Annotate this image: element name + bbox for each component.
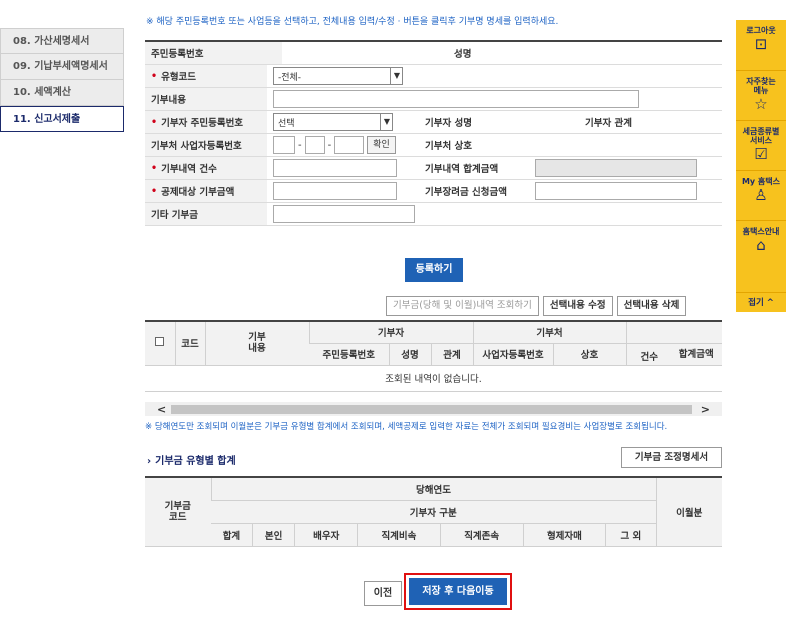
donor-name-value [529,111,579,133]
col-sum-total: 합계 [211,523,253,547]
lock-icon: ⊡ [754,35,768,53]
other-input[interactable] [273,205,415,223]
delete-button[interactable]: 선택내용 삭제 [616,296,687,316]
col-donation-code: 기부금 코드 [145,477,211,547]
total-amount-label: 기부내역 합계금액 [419,157,529,179]
count-label: 기부내역 건수 [161,164,217,175]
resident-no-value [282,42,412,64]
count-input[interactable] [273,159,397,177]
check-icon: ☑ [754,145,768,163]
top-notice: ※ 해당 주민등록번호 또는 사업등을 선택하고, 전체내용 입력/수정 · 버… [146,17,559,27]
col-count: 건수 [640,351,658,363]
deduct-amount-input[interactable] [273,182,397,200]
col-sibling: 형제자매 [522,523,606,547]
save-next-highlight: 저장 후 다음이동 [404,573,512,610]
scroll-thumb[interactable] [171,404,692,414]
col-relation: 관계 [430,343,473,366]
arrow-icon: › [147,456,152,467]
col-name: 성명 [388,343,431,366]
adjust-statement-button[interactable]: 기부금 조정명세서 [621,447,722,468]
bizno-part1-input[interactable] [273,136,295,154]
col-spouse: 배우자 [294,523,358,547]
quick-tax-services[interactable]: 세금종류별 서비스 ☑ [736,120,786,170]
quick-guide[interactable]: 홈택스안내 ⌂ [736,220,786,270]
recipient-bizno-label: 기부처 사업자등록번호 [145,134,267,156]
col-ascendant: 직계존속 [439,523,524,547]
donation-content-label: 기부내용 [145,88,267,110]
quick-my-hometax[interactable]: My 홈택스 ♙ [736,170,786,220]
list-notice: ※ 당해연도만 조회되며 이월분은 기부금 유형별 합계에서 조회되며, 세액공… [145,422,668,432]
col-carryover: 이월분 [655,477,722,547]
summary-table: 기부금 코드 당해연도 이월분 기부자 구분 합계 본인 배우자 직계비속 직계… [145,476,722,547]
col-resident-no: 주민등록번호 [309,343,389,366]
quick-logout[interactable]: 로그아웃 ⊡ [736,20,786,70]
nav-item-submit[interactable]: 11. 신고서제출 [0,106,124,132]
donation-form: 주민등록번호 성명 • 유형코드 -전체- ▼ 기부내용 • 기부자 주민등록번호 선… [145,40,722,226]
resident-no-label: 주민등록번호 [145,42,282,64]
summary-title: 기부금 유형별 합계 [155,456,236,467]
confirm-button[interactable]: 확인 [367,136,396,154]
donation-content-input[interactable] [273,90,639,108]
col-self: 본인 [251,523,295,547]
left-nav: 08. 가산세명세서 09. 기납부세액명세서 10. 세액계산 11. 신고서… [0,28,124,132]
type-code-select[interactable]: -전체- ▼ [273,67,403,85]
save-next-button[interactable]: 저장 후 다음이동 [409,578,507,605]
col-code: 코드 [174,321,205,366]
col-total: 합계금액 [678,348,714,360]
nav-item-prepaid-tax[interactable]: 09. 기납부세액명세서 [0,54,124,80]
select-all-checkbox[interactable] [155,337,165,347]
donor-resident-label: 기부자 주민등록번호 [161,118,244,129]
col-others: 그 외 [605,523,656,547]
quick-favorites[interactable]: 자주찾는 메뉴 ☆ [736,70,786,120]
col-current-year: 당해연도 [210,477,656,501]
col-recipient-name: 상호 [552,343,626,366]
col-content: 기부 내용 [204,321,309,366]
recipient-name-value [529,134,722,156]
bizno-part2-input[interactable] [304,136,325,154]
register-button[interactable]: 등록하기 [405,258,463,282]
required-mark: • [151,70,158,82]
quick-collapse-button[interactable]: 접기 ^ [736,292,786,312]
empty-message: 조회된 내역이 없습니다. [145,365,722,392]
prev-button[interactable]: 이전 [364,581,402,606]
donation-list-table: 코드 기부 내용 기부자 기부처 주민등록번호 성명 관계 사업자등록번호 상호… [145,320,722,392]
col-bizno: 사업자등록번호 [472,343,553,366]
modify-button[interactable]: 선택내용 수정 [542,296,613,316]
list-actions: 기부금(당해 및 이월)내역 조회하기 선택내용 수정 선택내용 삭제 [386,296,687,316]
col-descendant: 직계비속 [357,523,441,547]
chevron-down-icon: ▼ [379,114,390,130]
name-label: 성명 [412,42,551,64]
donor-name-label: 기부자 성명 [419,111,529,133]
quick-menu-bar: 로그아웃 ⊡ 자주찾는 메뉴 ☆ 세금종류별 서비스 ☑ My 홈택스 ♙ 홈택… [736,20,786,312]
donor-relation-label: 기부자 관계 [579,111,722,133]
col-donor: 기부자 [308,321,473,344]
nav-item-tax-calc[interactable]: 10. 세액계산 [0,80,124,106]
star-icon: ☆ [754,95,768,113]
type-code-label: 유형코드 [161,72,197,83]
home-icon: ⌂ [756,236,766,254]
donor-resident-select[interactable]: 선택 ▼ [273,113,393,131]
deduct-amount-label: 공제대상 기부금액 [161,187,235,198]
col-recipient: 기부처 [472,321,626,344]
bizno-part3-input[interactable] [334,136,365,154]
horizontal-scrollbar[interactable]: < > [145,402,722,416]
lookup-button[interactable]: 기부금(당해 및 이월)내역 조회하기 [386,296,539,316]
scroll-right-icon[interactable]: > [701,403,710,416]
incentive-amount-label: 기부장려금 신청금액 [419,180,529,202]
other-label: 기타 기부금 [145,203,267,225]
user-icon: ♙ [754,186,768,204]
nav-item-surcharge[interactable]: 08. 가산세명세서 [0,28,124,54]
scroll-left-icon[interactable]: < [157,403,166,416]
chevron-down-icon: ▼ [389,68,400,84]
recipient-name-label: 기부처 상호 [419,134,529,156]
col-donor-type: 기부자 구분 [211,500,656,524]
total-amount-input [535,159,697,177]
incentive-amount-input[interactable] [535,182,697,200]
name-value [551,42,722,64]
